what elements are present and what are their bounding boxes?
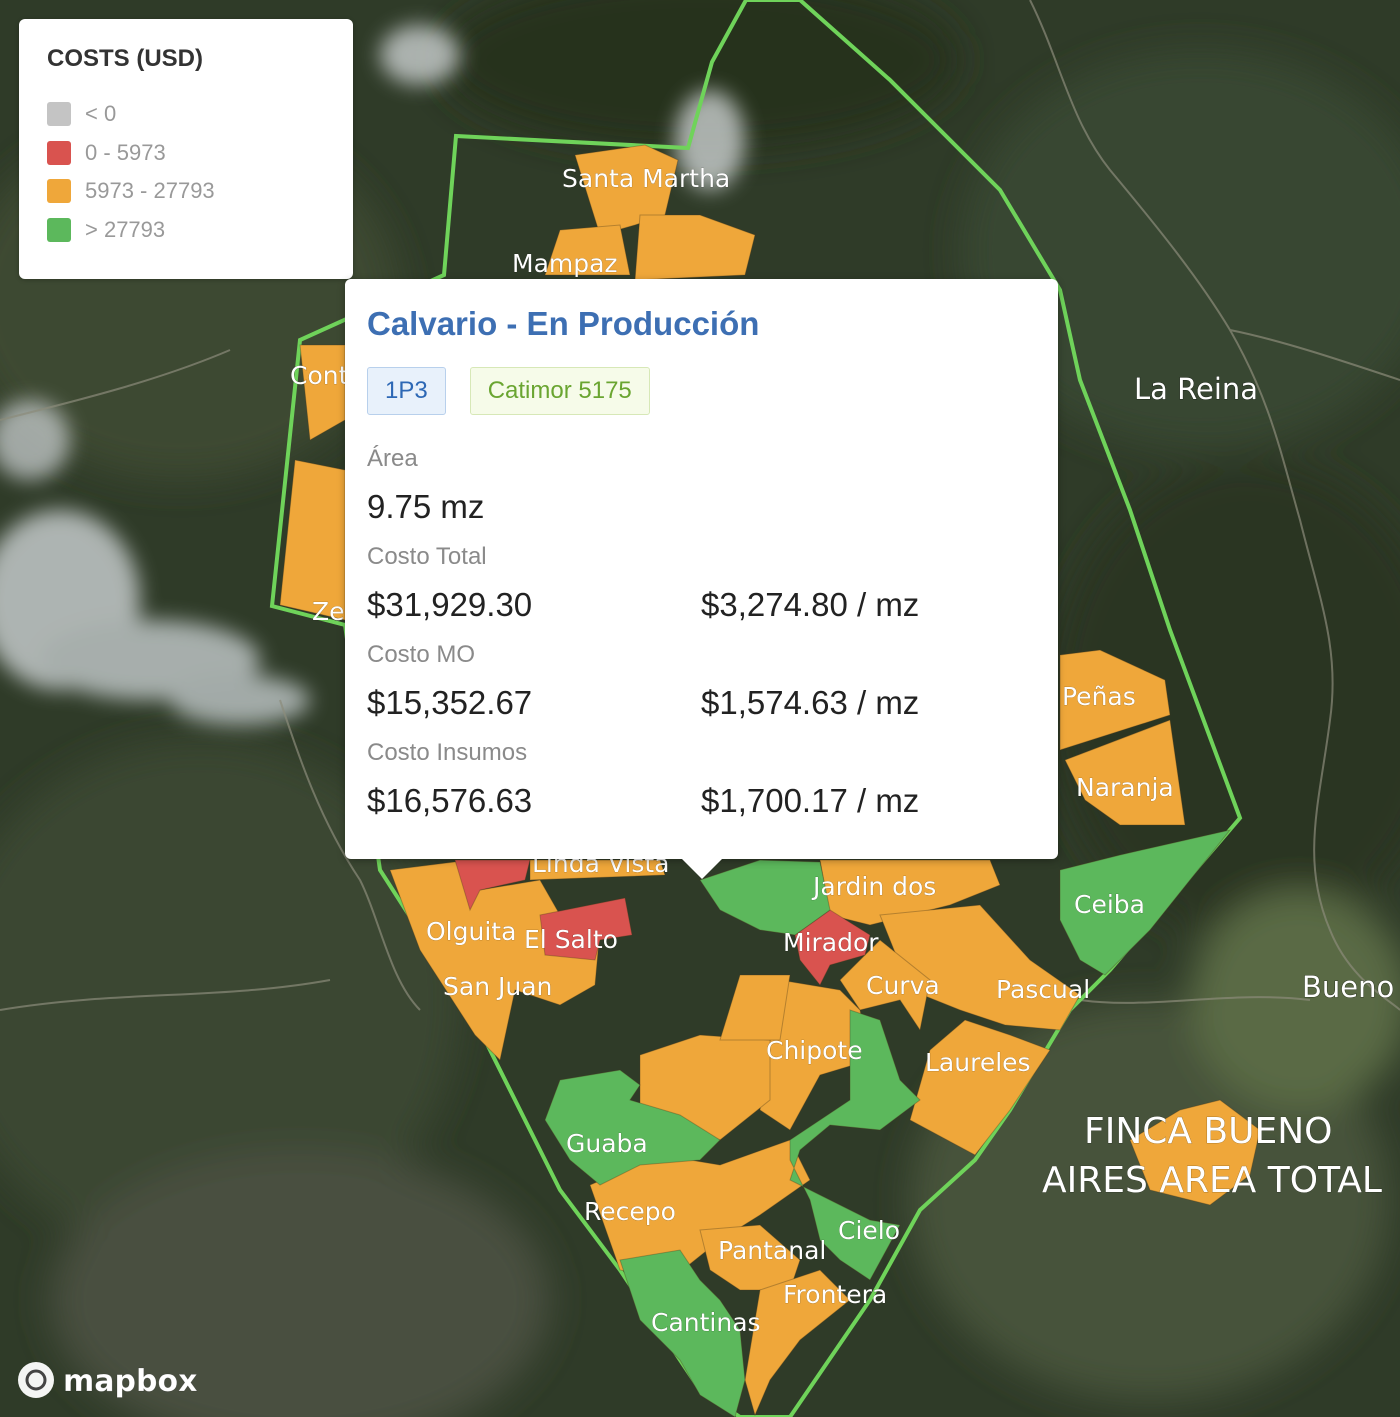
plot-label: Guaba [566,1129,648,1158]
plot-label: Peñas [1062,682,1136,711]
total-cost-label: Costo Total [367,543,487,570]
legend-item-label: < 0 [85,101,117,127]
plot-label: San Juan [443,972,552,1001]
legend-item-label: 5973 - 27793 [85,178,215,204]
popup-title: Calvario - En Producción [367,305,760,342]
plot-label: Recepo [584,1197,676,1226]
legend-item: > 27793 [47,211,353,250]
mapbox-logo[interactable]: mapbox [18,1362,198,1399]
legend-swatch-low [47,140,71,165]
insumos-cost-row: $16,576.63 $1,700.17 / mz [367,771,1036,833]
plot-label: Frontera [783,1280,887,1309]
insumos-cost-value: $16,576.63 [367,782,533,819]
mo-cost-per-mz: $1,574.63 / mz [701,684,920,721]
legend-item-label: > 27793 [85,216,166,242]
total-cost-row: $31,929.30 $3,274.80 / mz [367,575,1036,637]
plot-label: Jardin dos [811,872,936,901]
mo-cost-row: $15,352.67 $1,574.63 / mz [367,673,1036,735]
legend-swatch-mid [47,179,71,204]
plot-label: Cantinas [651,1308,761,1337]
plot-label: Olguita [426,917,516,946]
legend-swatch-negative [47,102,71,127]
lot-code-tag: 1P3 [367,367,446,415]
legend-item-label: 0 - 5973 [85,139,166,165]
plot-label: Curva [866,971,940,1000]
plot-popup[interactable]: Calvario - En Producción 1P3 Catimor 517… [345,279,1058,879]
popup-tip [681,858,723,879]
popup-tags: 1P3 Catimor 5175 [367,367,1036,415]
plot-label: Mampaz [512,249,618,278]
mapbox-attribution: mapbox [63,1364,197,1399]
map-canvas[interactable]: Santa Martha Mampaz Cont Zel Peñas Naranja Cei… [0,0,1400,1417]
total-cost-per-mz: $3,274.80 / mz [701,586,920,623]
plot-label: Cielo [838,1216,900,1245]
area-row: 9.75 mz [367,477,1036,539]
area-label: Área [367,445,418,472]
place-label: Bueno [1302,970,1394,1004]
mo-cost-value: $15,352.67 [367,684,533,721]
legend-item: < 0 [47,95,353,134]
plot-label: Ceiba [1074,890,1145,919]
plot-label: El Salto [524,925,618,954]
plot-label: Mirador [783,928,879,957]
plot-label: Laureles [925,1048,1031,1077]
plot-label: Pascual [996,975,1090,1004]
mo-cost-label: Costo MO [367,641,476,668]
insumos-cost-per-mz: $1,700.17 / mz [701,782,920,819]
finca-area-label: FINCA BUENO [1084,1111,1333,1152]
legend-title: COSTS (USD) [47,45,203,72]
insumos-cost-label: Costo Insumos [367,739,528,766]
legend-item: 5973 - 27793 [47,172,353,211]
place-label: La Reina [1134,372,1258,406]
plot-label: Pantanal [718,1236,826,1265]
plot-label: Santa Martha [562,164,730,193]
plot-label: Chipote [766,1036,863,1065]
total-cost-value: $31,929.30 [367,586,533,623]
variety-tag: Catimor 5175 [469,367,650,415]
plot-label: Naranja [1076,773,1174,802]
legend-item: 0 - 5973 [47,134,353,173]
plot-label: Cont [290,361,349,390]
cost-legend: COSTS (USD) < 0 0 - 5973 5973 - 27793 > … [19,19,353,279]
area-value: 9.75 mz [367,488,485,525]
legend-swatch-high [47,217,71,242]
finca-area-label: AIRES AREA TOTAL [1042,1160,1382,1201]
